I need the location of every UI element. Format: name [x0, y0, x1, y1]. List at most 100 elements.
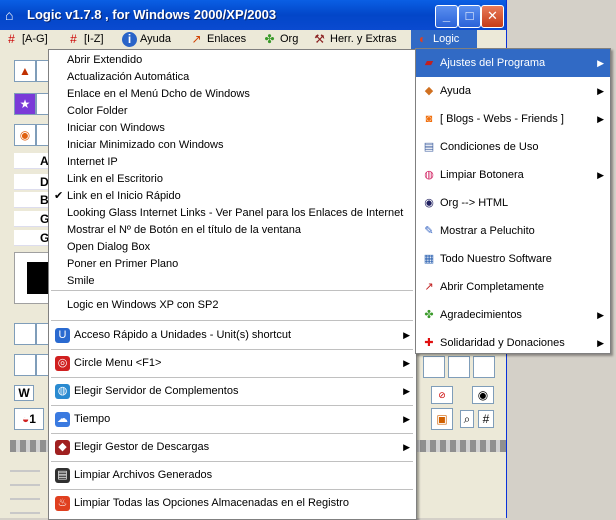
submenu-arrow-icon: ▶ [597, 114, 604, 124]
menu-enlaces[interactable]: ↗ Enlaces [185, 30, 250, 49]
submenu-arrow-icon: ▶ [403, 330, 410, 340]
menu-item-label: Iniciar Minimizado con Windows [67, 139, 224, 151]
maximize-button[interactable]: □ [458, 5, 481, 28]
list-item[interactable]: B [14, 192, 50, 208]
menu-item-label: Actualización Automática [67, 71, 190, 83]
menu-item-option[interactable]: Enlace en el Menú Dcho de Windows [49, 86, 416, 103]
logic-menu-item[interactable]: ▤ Condiciones de Uso [416, 133, 610, 161]
app-house-icon: ⌂ [5, 7, 14, 23]
menu-item-option[interactable]: Open Dialog Box [49, 239, 416, 256]
menu-item-tool[interactable]: U Acceso Rápido a Unidades - Unit(s) shor… [49, 322, 416, 349]
menu-item-option[interactable]: Abrir Extendido [49, 52, 416, 69]
list-item[interactable]: G [14, 211, 50, 227]
cone-icon: ▲ [19, 64, 31, 78]
logic-menu-item[interactable]: ◆ Ayuda ▶ [416, 77, 610, 105]
list-item[interactable]: A [14, 153, 50, 169]
menu-herramientas[interactable]: ⚒ Herr. y Extras [308, 30, 401, 49]
menu-item-label: Open Dialog Box [67, 241, 151, 253]
menu-item-label: Link en el Inicio Rápido [67, 190, 181, 202]
links-icon: ↗ [191, 32, 202, 46]
menu-a-g[interactable]: # [A-G] [0, 30, 52, 49]
toolbar-button-r2[interactable] [448, 356, 470, 378]
menu-item-label: Circle Menu <F1> [74, 357, 162, 369]
html-icon: ◉ [424, 197, 434, 209]
logic-menu-item-label: Condiciones de Uso [440, 141, 539, 153]
menu-item-option[interactable]: Poner en Primer Plano [49, 256, 416, 273]
toolbar-button-star[interactable]: ★ [14, 93, 36, 115]
menu-item-option[interactable]: Link en el Escritorio [49, 171, 416, 188]
list-item[interactable]: G [14, 230, 50, 246]
record-icon: ◉ [477, 388, 489, 402]
menu-item-option[interactable]: Iniciar Minimizado con Windows [49, 137, 416, 154]
toolbar-button-r8[interactable]: # [478, 410, 494, 428]
hash-icon: # [70, 32, 77, 46]
menu-item-tool[interactable]: ◆ Elegir Gestor de Descargas ▶ [49, 434, 416, 461]
logic-menu-item[interactable]: ▦ Todo Nuestro Software [416, 245, 610, 273]
logic-menu-item-label: Org --> HTML [440, 197, 509, 209]
logic-menu-item[interactable]: ↗ Abrir Completamente [416, 273, 610, 301]
menu-item-label: Internet IP [67, 156, 118, 168]
w-button[interactable]: W [14, 385, 34, 401]
logic-menu-item[interactable]: ▰ Ajustes del Programa ▶ [416, 49, 610, 77]
toolbar-button-r3[interactable] [473, 356, 495, 378]
menu-i-z[interactable]: # [I-Z] [62, 30, 108, 49]
toolbar-button-firefox[interactable]: ◉ [14, 124, 36, 146]
menu-logic[interactable]: ◐ Logic [411, 30, 477, 49]
menu-item-option[interactable]: ✔ Link en el Inicio Rápido [49, 188, 416, 205]
submenu-arrow-icon: ▶ [597, 58, 604, 68]
menu-item-option[interactable]: Mostrar el Nº de Botón en el título de l… [49, 222, 416, 239]
logic-menu-item-label: [ Blogs - Webs - Friends ] [440, 113, 564, 125]
logic-menu-item[interactable]: ◙ [ Blogs - Webs - Friends ] ▶ [416, 105, 610, 133]
menu-ayuda[interactable]: i Ayuda [118, 30, 175, 49]
logic-menu-item[interactable]: ◍ Limpiar Botonera ▶ [416, 161, 610, 189]
menu-item-tool[interactable]: ☁ Tiempo ▶ [49, 406, 416, 433]
info-icon: i [122, 32, 137, 47]
toolbar-button-r6[interactable]: ▣ [431, 408, 453, 430]
minimize-button[interactable]: _ [435, 5, 458, 28]
menu-item-label: Color Folder [67, 105, 128, 117]
menu-item-tool[interactable]: ♨ Limpiar Todas las Opciones Almacenadas … [49, 490, 416, 517]
circle-menu-icon: ◎ [55, 356, 70, 371]
logic-menu-item[interactable]: ◉ Org --> HTML [416, 189, 610, 217]
menu-item-tool[interactable]: ◍ Elegir Servidor de Complementos ▶ [49, 378, 416, 405]
menu-enlaces-label: Enlaces [207, 33, 247, 45]
menu-bar: # [A-G] # [I-Z] i Ayuda ↗ Enlaces ✤ Org … [0, 30, 506, 49]
open-full-icon: ↗ [424, 281, 434, 293]
menu-item-option[interactable]: Iniciar con Windows [49, 120, 416, 137]
logic-menu-item[interactable]: ✤ Agradecimientos ▶ [416, 301, 610, 329]
star-icon: ★ [19, 97, 31, 111]
menu-item-option[interactable]: Internet IP [49, 154, 416, 171]
menu-separator [51, 320, 413, 321]
logic-menu-item[interactable]: ✚ Solidaridad y Donaciones ▶ [416, 329, 610, 357]
logic-menu: ▰ Ajustes del Programa ▶ ◆ Ayuda ▶ ◙ [ Blogs - … [415, 48, 611, 354]
toolbar-button-r7[interactable]: ⌕ [460, 410, 474, 428]
speed-button[interactable]: ◒1 [14, 408, 44, 430]
menu-org[interactable]: ✤ Org [258, 30, 302, 49]
toolbar-button-5[interactable] [14, 323, 36, 345]
menu-item-option[interactable]: Looking Glass Internet Links - Ver Panel… [49, 205, 416, 222]
menu-item-option[interactable]: Smile [49, 273, 416, 290]
w-button-label: W [18, 386, 30, 400]
menu-item-label: Limpiar Todas las Opciones Almacenadas e… [74, 497, 349, 509]
toolbar-button-cone[interactable]: ▲ [14, 60, 36, 82]
toolbar-button-6[interactable] [14, 354, 36, 376]
menu-item-option[interactable]: Color Folder [49, 103, 416, 120]
title-bar[interactable]: ⌂ Logic v1.7.8 , for Windows 2000/XP/200… [0, 0, 506, 30]
menu-item-tool[interactable]: ▤ Limpiar Archivos Generados [49, 462, 416, 489]
menu-item-label: Elegir Servidor de Complementos [74, 385, 239, 397]
toolbar-button-r1[interactable] [423, 356, 445, 378]
menu-item-xp[interactable]: Logic en Windows XP con SP2 [49, 297, 416, 314]
logic-menu-item[interactable]: ✎ Mostrar a Peluchito [416, 217, 610, 245]
mascot-icon: ✎ [424, 225, 434, 237]
close-button[interactable]: ✕ [481, 5, 504, 28]
menu-item-option[interactable]: Actualización Automática [49, 69, 416, 86]
menu-herramientas-label: Herr. y Extras [330, 33, 397, 45]
settings-book-icon: ▰ [424, 57, 434, 69]
toolbar-button-r5[interactable]: ◉ [472, 386, 494, 404]
list-item[interactable]: D [14, 174, 50, 190]
menu-item-label: Logic en Windows XP con SP2 [67, 299, 219, 311]
toolbar-button-r4[interactable]: ⊘ [431, 386, 453, 404]
menu-item-tool[interactable]: ◎ Circle Menu <F1> ▶ [49, 350, 416, 377]
speed-button-label: 1 [29, 412, 36, 426]
submenu-arrow-icon: ▶ [403, 414, 410, 424]
